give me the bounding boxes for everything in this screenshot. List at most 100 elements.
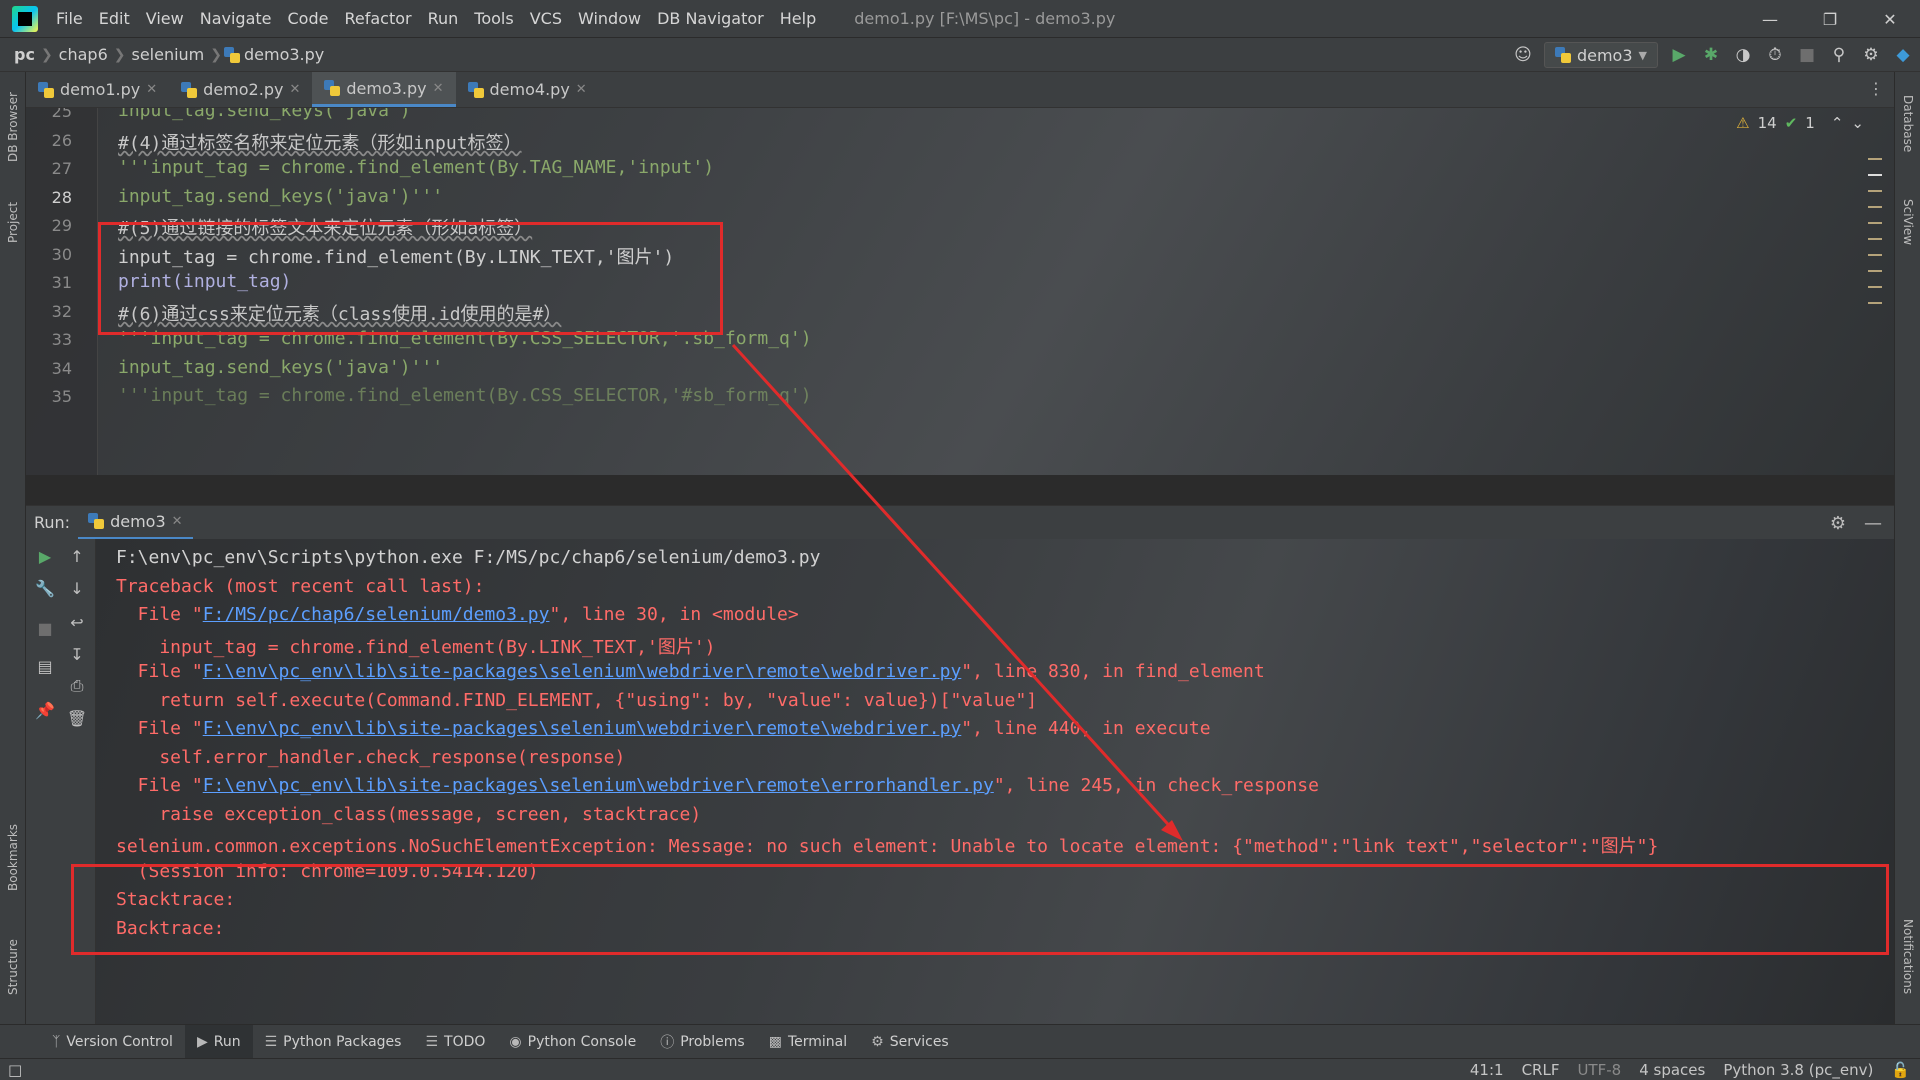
code-line: #(6)通过css来定位元素（class使用.id使用的是#）	[118, 304, 562, 325]
menu-window[interactable]: Window	[570, 9, 649, 28]
close-tab-icon[interactable]: ✕	[289, 82, 300, 97]
restore-button[interactable]: ❐	[1800, 0, 1860, 38]
line-number: 31	[51, 273, 72, 292]
run-icon[interactable]: ▶	[1668, 44, 1690, 66]
file-link[interactable]: F:\env\pc_env\lib\site-packages\selenium…	[203, 718, 962, 739]
console-text: ", line 30, in <module>	[549, 604, 799, 625]
arrow-down-icon[interactable]: ↓	[66, 577, 88, 599]
code-line: '''input_tag = chrome.find_element(By.CS…	[118, 385, 812, 406]
play-icon: ▶	[196, 1033, 208, 1050]
rerun-icon[interactable]: ▶	[34, 545, 56, 567]
scroll-to-end-icon[interactable]: ↧	[66, 643, 88, 665]
code-editor[interactable]: 25 26 27 28 29 30 31 32 33 34 35 input_t…	[26, 108, 1894, 475]
indent-setting[interactable]: 4 spaces	[1639, 1061, 1705, 1079]
line-separator[interactable]: CRLF	[1522, 1061, 1560, 1079]
wrench-icon[interactable]: 🔧	[34, 577, 56, 599]
menu-db-navigator[interactable]: DB Navigator	[649, 9, 772, 28]
menu-refactor[interactable]: Refactor	[336, 9, 419, 28]
tab-demo3[interactable]: demo3.py ✕	[312, 72, 456, 107]
menu-run[interactable]: Run	[420, 9, 467, 28]
tab-demo4[interactable]: demo4.py ✕	[456, 72, 599, 107]
console-text: File "	[116, 661, 203, 682]
console-line: input_tag = chrome.find_element(By.LINK_…	[116, 637, 716, 658]
python-packages-tab[interactable]: ☰ Python Packages	[253, 1025, 414, 1059]
inspection-widget[interactable]: ⚠ 14 ✔ 1 ⌃ ⌄	[1736, 114, 1864, 132]
menu-navigate[interactable]: Navigate	[192, 9, 280, 28]
menu-view[interactable]: View	[138, 9, 192, 28]
more-tabs-icon[interactable]: ⋮	[1868, 79, 1884, 98]
console-text: ", line 440, in execute	[961, 718, 1211, 739]
tab-demo2[interactable]: demo2.py ✕	[169, 72, 312, 107]
debug-icon[interactable]: ✱	[1700, 44, 1722, 66]
close-tab-icon[interactable]: ✕	[146, 82, 157, 97]
caret-position[interactable]: 41:1	[1470, 1061, 1504, 1079]
menu-edit[interactable]: Edit	[91, 9, 138, 28]
chevron-up-icon[interactable]: ⌃	[1831, 114, 1844, 132]
menu-vcs[interactable]: VCS	[522, 9, 570, 28]
user-icon[interactable]: ☺	[1512, 44, 1534, 66]
breadcrumb-selenium[interactable]: selenium	[127, 45, 208, 64]
notifications-tab[interactable]: Notifications	[1895, 902, 1920, 1012]
run-tab-demo3[interactable]: demo3 ✕	[78, 506, 193, 540]
stop-icon[interactable]: ■	[34, 617, 56, 639]
hide-icon[interactable]: —	[1864, 513, 1882, 534]
breadcrumb-demo3[interactable]: demo3.py	[240, 45, 328, 64]
minimize-button[interactable]: —	[1740, 0, 1800, 38]
chevron-down-icon[interactable]: ⌄	[1851, 114, 1864, 132]
settings-icon[interactable]: ⚙	[1830, 513, 1846, 534]
search-icon[interactable]: ⚲	[1828, 44, 1850, 66]
layout-toggle-icon[interactable]: □	[8, 1061, 22, 1079]
db-browser-tab[interactable]: DB Browser	[0, 82, 26, 172]
tab-demo1[interactable]: demo1.py ✕	[26, 72, 169, 107]
menu-help[interactable]: Help	[772, 9, 824, 28]
sciview-tab[interactable]: SciView	[1895, 187, 1920, 257]
python-interpreter[interactable]: Python 3.8 (pc_env)	[1723, 1061, 1873, 1079]
file-link[interactable]: F:/MS/pc/chap6/selenium/demo3.py	[203, 604, 550, 625]
services-tab[interactable]: ⚙ Services	[859, 1025, 961, 1059]
close-tab-icon[interactable]: ✕	[576, 82, 587, 97]
console-line: self.error_handler.check_response(respon…	[116, 747, 626, 768]
run-tool-tab[interactable]: ▶ Run	[184, 1024, 253, 1059]
run-config-selector[interactable]: demo3 ▼	[1543, 42, 1658, 68]
layout-icon[interactable]: ▤	[34, 655, 56, 677]
run-config-label: demo3	[1576, 45, 1633, 65]
settings-icon[interactable]: ⚙	[1860, 44, 1882, 66]
coverage-icon[interactable]: ◑	[1732, 44, 1754, 66]
profile-icon[interactable]: ⏱	[1764, 44, 1786, 66]
stop-icon[interactable]: ■	[1796, 44, 1818, 66]
problems-tab[interactable]: ⓘ Problems	[648, 1025, 757, 1059]
line-number: 30	[51, 245, 72, 264]
close-tab-icon[interactable]: ✕	[172, 514, 183, 529]
todo-tab[interactable]: ☰ TODO	[413, 1025, 497, 1059]
trash-icon[interactable]: 🗑	[66, 707, 88, 729]
file-link[interactable]: F:\env\pc_env\lib\site-packages\selenium…	[203, 661, 962, 682]
version-control-tab[interactable]: ᛉ Version Control	[40, 1025, 185, 1059]
print-icon[interactable]: ⎙	[66, 675, 88, 697]
lock-icon[interactable]: 🔓	[1891, 1061, 1910, 1079]
breadcrumb-pc[interactable]: pc	[0, 45, 39, 64]
packages-icon: ☰	[264, 1033, 278, 1050]
terminal-tab[interactable]: ▩ Terminal	[757, 1025, 859, 1059]
database-tab[interactable]: Database	[1895, 84, 1920, 164]
menu-tools[interactable]: Tools	[466, 9, 521, 28]
project-tab[interactable]: Project	[0, 187, 26, 257]
jetbrains-toolbox-icon[interactable]: ◆	[1892, 44, 1914, 66]
arrow-up-icon[interactable]: ↑	[66, 545, 88, 567]
close-tab-icon[interactable]: ✕	[433, 81, 444, 96]
tab-label: demo3.py	[346, 78, 427, 98]
python-console-tab[interactable]: ◉ Python Console	[497, 1025, 648, 1059]
pin-icon[interactable]: 📌	[34, 699, 56, 721]
bookmarks-tab[interactable]: Bookmarks	[0, 812, 26, 902]
code-line: input_tag.send_keys('java')'''	[118, 186, 444, 207]
run-console[interactable]: F:\env\pc_env\Scripts\python.exe F:/MS/p…	[96, 539, 1894, 1024]
menu-file[interactable]: File	[48, 9, 91, 28]
scrollbar-markers[interactable]	[1868, 158, 1886, 318]
file-link[interactable]: F:\env\pc_env\lib\site-packages\selenium…	[203, 775, 994, 796]
close-window-button[interactable]: ✕	[1860, 0, 1920, 38]
breadcrumb-chap6[interactable]: chap6	[55, 45, 112, 64]
file-encoding[interactable]: UTF-8	[1577, 1061, 1621, 1079]
soft-wrap-icon[interactable]: ↩	[66, 611, 88, 633]
structure-tab[interactable]: Structure	[0, 927, 26, 1007]
console-text: File "	[116, 718, 203, 739]
menu-code[interactable]: Code	[280, 9, 337, 28]
